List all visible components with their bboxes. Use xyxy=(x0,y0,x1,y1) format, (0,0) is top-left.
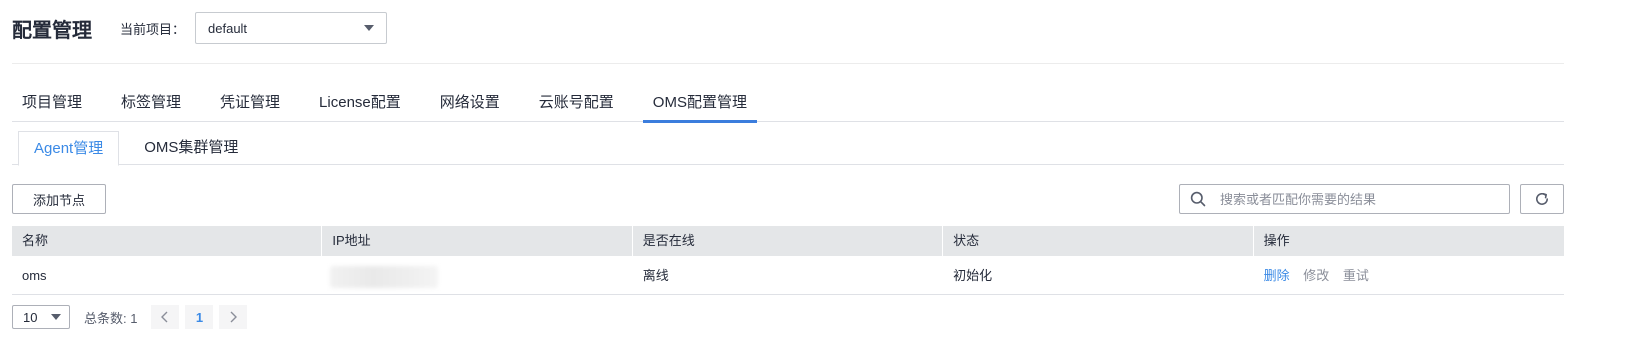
cell-online: 离线 xyxy=(642,268,669,283)
chevron-left-icon xyxy=(161,311,168,323)
tab-tag-management[interactable]: 标签管理 xyxy=(111,84,191,121)
tab-oms-config[interactable]: OMS配置管理 xyxy=(642,84,758,123)
project-select-value: default xyxy=(208,20,248,36)
refresh-button[interactable] xyxy=(1520,184,1564,214)
main-tabs: 项目管理 标签管理 凭证管理 License配置 网络设置 云账号配置 OMS配… xyxy=(12,84,1564,123)
tab-project-management[interactable]: 项目管理 xyxy=(12,84,92,121)
search-icon xyxy=(1190,191,1206,207)
column-header-actions: 操作 xyxy=(1263,233,1290,248)
tab-cloud-account-config[interactable]: 云账号配置 xyxy=(529,84,624,121)
total-count: 总条数: 1 xyxy=(84,310,138,326)
column-header-name: 名称 xyxy=(12,226,323,256)
toolbar: 添加节点 xyxy=(12,184,1564,214)
page-size-value: 10 xyxy=(23,309,38,325)
search-input[interactable] xyxy=(1220,191,1500,207)
header-divider xyxy=(12,63,1564,64)
column-header-ip: IP地址 xyxy=(322,226,633,256)
cell-actions: 删除 修改 重试 xyxy=(1254,256,1564,295)
column-header-online: 是否在线 xyxy=(633,226,944,256)
delete-link[interactable]: 删除 xyxy=(1264,268,1290,283)
modify-link[interactable]: 修改 xyxy=(1303,268,1329,283)
column-header-status: 状态 xyxy=(943,226,1254,256)
table-header: 名称 IP地址 是否在线 状态 操作 xyxy=(12,226,1564,256)
caret-down-icon xyxy=(364,25,375,31)
agent-table: 名称 IP地址 是否在线 状态 操作 oms 离线 初始化 删除 修改 重试 xyxy=(12,226,1564,295)
tab-network-settings[interactable]: 网络设置 xyxy=(430,84,510,121)
refresh-icon xyxy=(1536,192,1548,205)
search-box[interactable] xyxy=(1179,184,1510,214)
next-page-button[interactable] xyxy=(219,305,248,329)
caret-down-icon xyxy=(51,314,61,320)
tab-license-config[interactable]: License配置 xyxy=(309,84,411,121)
add-node-button[interactable]: 添加节点 xyxy=(12,184,106,214)
subtab-oms-cluster-management[interactable]: OMS集群管理 xyxy=(129,131,253,165)
tab-credential-management[interactable]: 凭证管理 xyxy=(210,84,290,121)
project-select[interactable]: default xyxy=(195,12,388,44)
subtab-agent-management[interactable]: Agent管理 xyxy=(18,131,120,166)
page-number-current[interactable]: 1 xyxy=(185,305,214,329)
sub-tabs: Agent管理 OMS集群管理 xyxy=(12,131,1564,166)
cell-ip xyxy=(322,256,632,295)
pagination: 10 总条数: 1 1 xyxy=(12,305,253,329)
prev-page-button[interactable] xyxy=(151,305,180,329)
retry-link[interactable]: 重试 xyxy=(1343,268,1369,283)
page-header: 配置管理 当前项目： default xyxy=(12,12,388,44)
table-row: oms 离线 初始化 删除 修改 重试 xyxy=(12,256,1564,295)
cell-status: 初始化 xyxy=(953,268,993,283)
chevron-right-icon xyxy=(230,311,238,323)
cell-name: oms xyxy=(22,268,47,283)
page-size-select[interactable]: 10 xyxy=(12,305,70,329)
page-title: 配置管理 xyxy=(12,19,92,42)
redacted-ip xyxy=(330,265,439,288)
project-label: 当前项目： xyxy=(120,21,186,37)
